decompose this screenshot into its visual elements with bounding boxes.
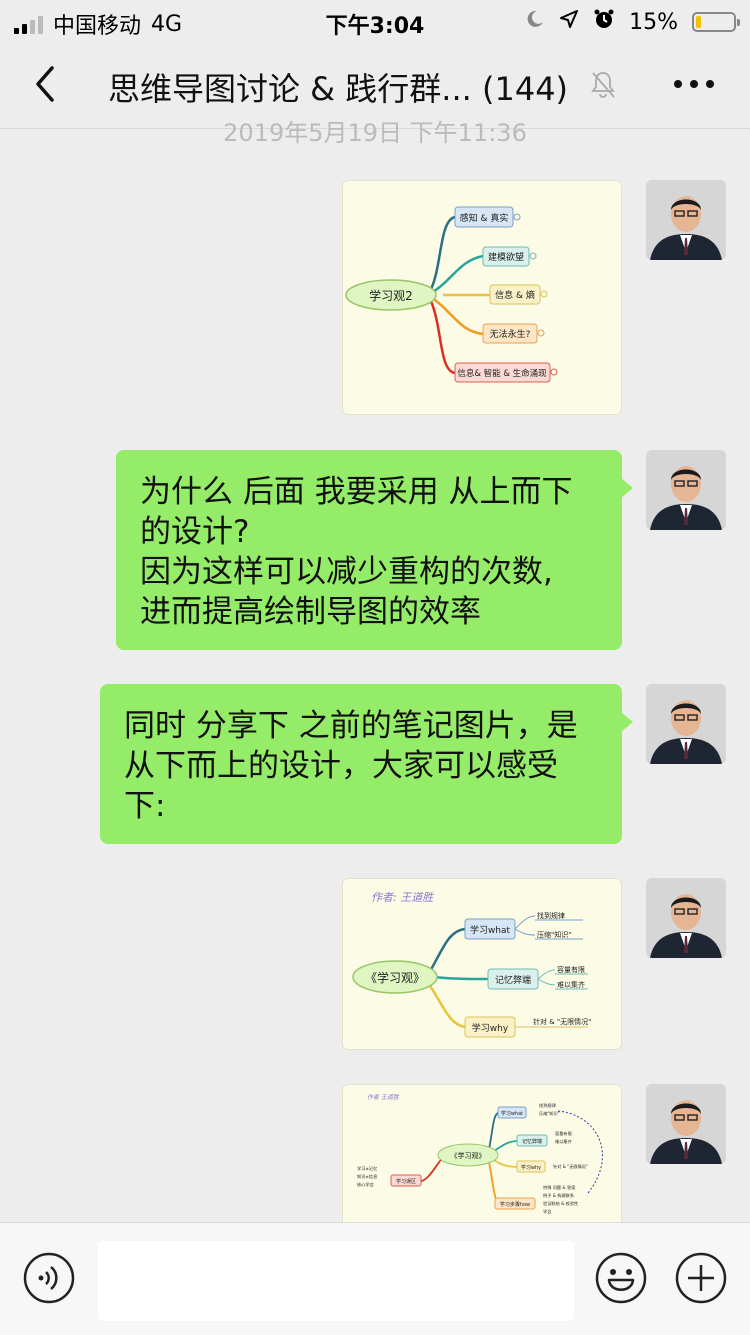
mindmap-branch-label: 建模欲望 bbox=[488, 251, 524, 263]
mindmap-leaf-label: 验证联结 & 校验性 bbox=[543, 1200, 578, 1207]
battery-percent: 15% bbox=[629, 9, 678, 35]
mindmap-leaf-label: 难以集齐 bbox=[555, 1138, 573, 1145]
message-line: 因为这样可以减少重构的次数, bbox=[140, 554, 553, 590]
expand-icon bbox=[550, 368, 558, 376]
message-line: 为什么 后面 我要采用 从上而下 bbox=[140, 474, 573, 510]
mindmap-branch-label: 记忆弊端 bbox=[522, 1138, 542, 1145]
message-line: 下: bbox=[124, 788, 166, 824]
mindmap-leaf-label: 针对 & "无限情况" bbox=[553, 1163, 588, 1170]
mindmap-leaf-label: 知识≠信息 bbox=[357, 1173, 377, 1180]
battery-fill bbox=[696, 16, 701, 28]
back-button[interactable] bbox=[28, 62, 68, 106]
alarm-icon bbox=[593, 8, 615, 36]
mindmap-branch-label: 信息& 智能 & 生命涌现 bbox=[457, 368, 547, 379]
mindmap-leaf-label: 针对 & "无限情况" bbox=[533, 1017, 591, 1026]
mindmap-branch-label: 学习步骤how bbox=[500, 1201, 530, 1208]
mute-bell-icon bbox=[590, 70, 616, 104]
mindmap-branch-label: 学习what bbox=[470, 924, 511, 936]
message-line: 进而提高绘制导图的效率 bbox=[140, 594, 481, 630]
mindmap-leaf-label: 压缩"知识" bbox=[539, 1110, 560, 1117]
mindmap-branch-label: 记忆弊端 bbox=[495, 974, 531, 986]
emoji-button[interactable] bbox=[594, 1251, 648, 1309]
more-options-button[interactable] bbox=[674, 80, 714, 88]
chevron-left-icon bbox=[36, 66, 54, 102]
text-message-bubble[interactable]: 为什么 后面 我要采用 从上而下 的设计? 因为这样可以减少重构的次数, 进而提… bbox=[116, 450, 633, 650]
more-dot-icon bbox=[674, 80, 682, 88]
message-line: 同时 分享下 之前的笔记图片，是 bbox=[124, 708, 578, 744]
mindmap-branch-label: 学习why bbox=[472, 1022, 509, 1034]
voice-icon bbox=[23, 1252, 75, 1304]
mindmap-branch-label: 学习误区 bbox=[396, 1178, 416, 1185]
mindmap-branch-label: 信息 & 熵 bbox=[495, 289, 535, 301]
expand-icon bbox=[537, 329, 545, 337]
mindmap-branch-label: 感知 & 真实 bbox=[460, 212, 509, 224]
sender-avatar[interactable] bbox=[646, 180, 726, 260]
message-timestamp: 2019年5月19日 下午11:36 bbox=[223, 119, 527, 147]
message-line: 的设计? bbox=[140, 514, 250, 550]
mindmap-image-message[interactable]: 作者 王道胜 《学习观》 学习what 记忆弊端 学习why 学习误区 学习步骤… bbox=[342, 1084, 622, 1224]
mindmap-leaf-label: 找到规律 bbox=[537, 911, 565, 920]
more-dot-icon bbox=[706, 80, 714, 88]
chat-title[interactable]: 思维导图讨论 & 践行群... (144) bbox=[108, 64, 568, 110]
mindmap-branch-label: 无法永生? bbox=[490, 328, 531, 340]
mindmap-leaf-label: 例子 & 构建联系 bbox=[543, 1192, 574, 1199]
message-text-input[interactable] bbox=[98, 1241, 574, 1321]
voice-input-button[interactable] bbox=[22, 1251, 76, 1309]
mindmap-branch-label: 学习what bbox=[501, 1110, 523, 1117]
mindmap-center-label: 学习观2 bbox=[369, 288, 413, 303]
mindmap-author: 作者: 王道胜 bbox=[371, 891, 435, 904]
plus-icon bbox=[675, 1252, 727, 1304]
sender-avatar[interactable] bbox=[646, 450, 726, 530]
sender-avatar[interactable] bbox=[646, 878, 726, 958]
mindmap-leaf-label: 学习≠记忆 bbox=[357, 1165, 377, 1172]
mindmap-image-message[interactable]: 学习观2 感知 & 真实 建模欲望 信息 & 熵 无法永生? 信息& 智能 & … bbox=[342, 180, 622, 415]
mindmap-leaf-label: 学会 bbox=[543, 1208, 552, 1215]
more-functions-button[interactable] bbox=[674, 1251, 728, 1309]
expand-icon bbox=[529, 252, 537, 260]
mindmap-leaf-label: 核心学会 bbox=[357, 1181, 375, 1188]
mindmap-image-message[interactable]: 作者: 王道胜 《学习观》 学习what 记忆弊端 学习why 找到规律 压缩"… bbox=[342, 878, 622, 1050]
battery-icon bbox=[692, 12, 740, 32]
mindmap-author: 作者 王道胜 bbox=[367, 1093, 400, 1101]
mindmap-leaf-label: 特殊 问题 & 答案 bbox=[543, 1184, 576, 1191]
text-message-bubble[interactable]: 同时 分享下 之前的笔记图片，是 从下而上的设计，大家可以感受 下: bbox=[100, 684, 633, 844]
mindmap-branch-label: 学习why bbox=[521, 1164, 541, 1171]
smiley-icon bbox=[595, 1252, 647, 1304]
moon-icon bbox=[525, 9, 545, 35]
mindmap-leaf-label: 找到规律 bbox=[539, 1102, 556, 1109]
mindmap-leaf-label: 压缩"知识" bbox=[537, 930, 571, 939]
mindmap-center-label: 《学习观》 bbox=[365, 970, 425, 985]
mindmap-leaf-label: 容量有限 bbox=[555, 1130, 573, 1137]
expand-icon bbox=[513, 213, 521, 221]
mindmap-leaf-label: 难以集齐 bbox=[557, 980, 585, 989]
mindmap-center-label: 《学习观》 bbox=[451, 1151, 486, 1160]
message-line: 从下而上的设计，大家可以感受 bbox=[124, 748, 558, 784]
more-dot-icon bbox=[690, 80, 698, 88]
mindmap-leaf-label: 容量有限 bbox=[557, 965, 585, 974]
expand-icon bbox=[540, 290, 548, 298]
status-right: 15% bbox=[525, 8, 740, 36]
sender-avatar[interactable] bbox=[646, 684, 726, 764]
sender-avatar[interactable] bbox=[646, 1084, 726, 1164]
message-input-bar bbox=[0, 1222, 750, 1335]
location-icon bbox=[559, 9, 579, 35]
status-bar: 中国移动 4G 下午3:04 15% bbox=[0, 0, 750, 40]
